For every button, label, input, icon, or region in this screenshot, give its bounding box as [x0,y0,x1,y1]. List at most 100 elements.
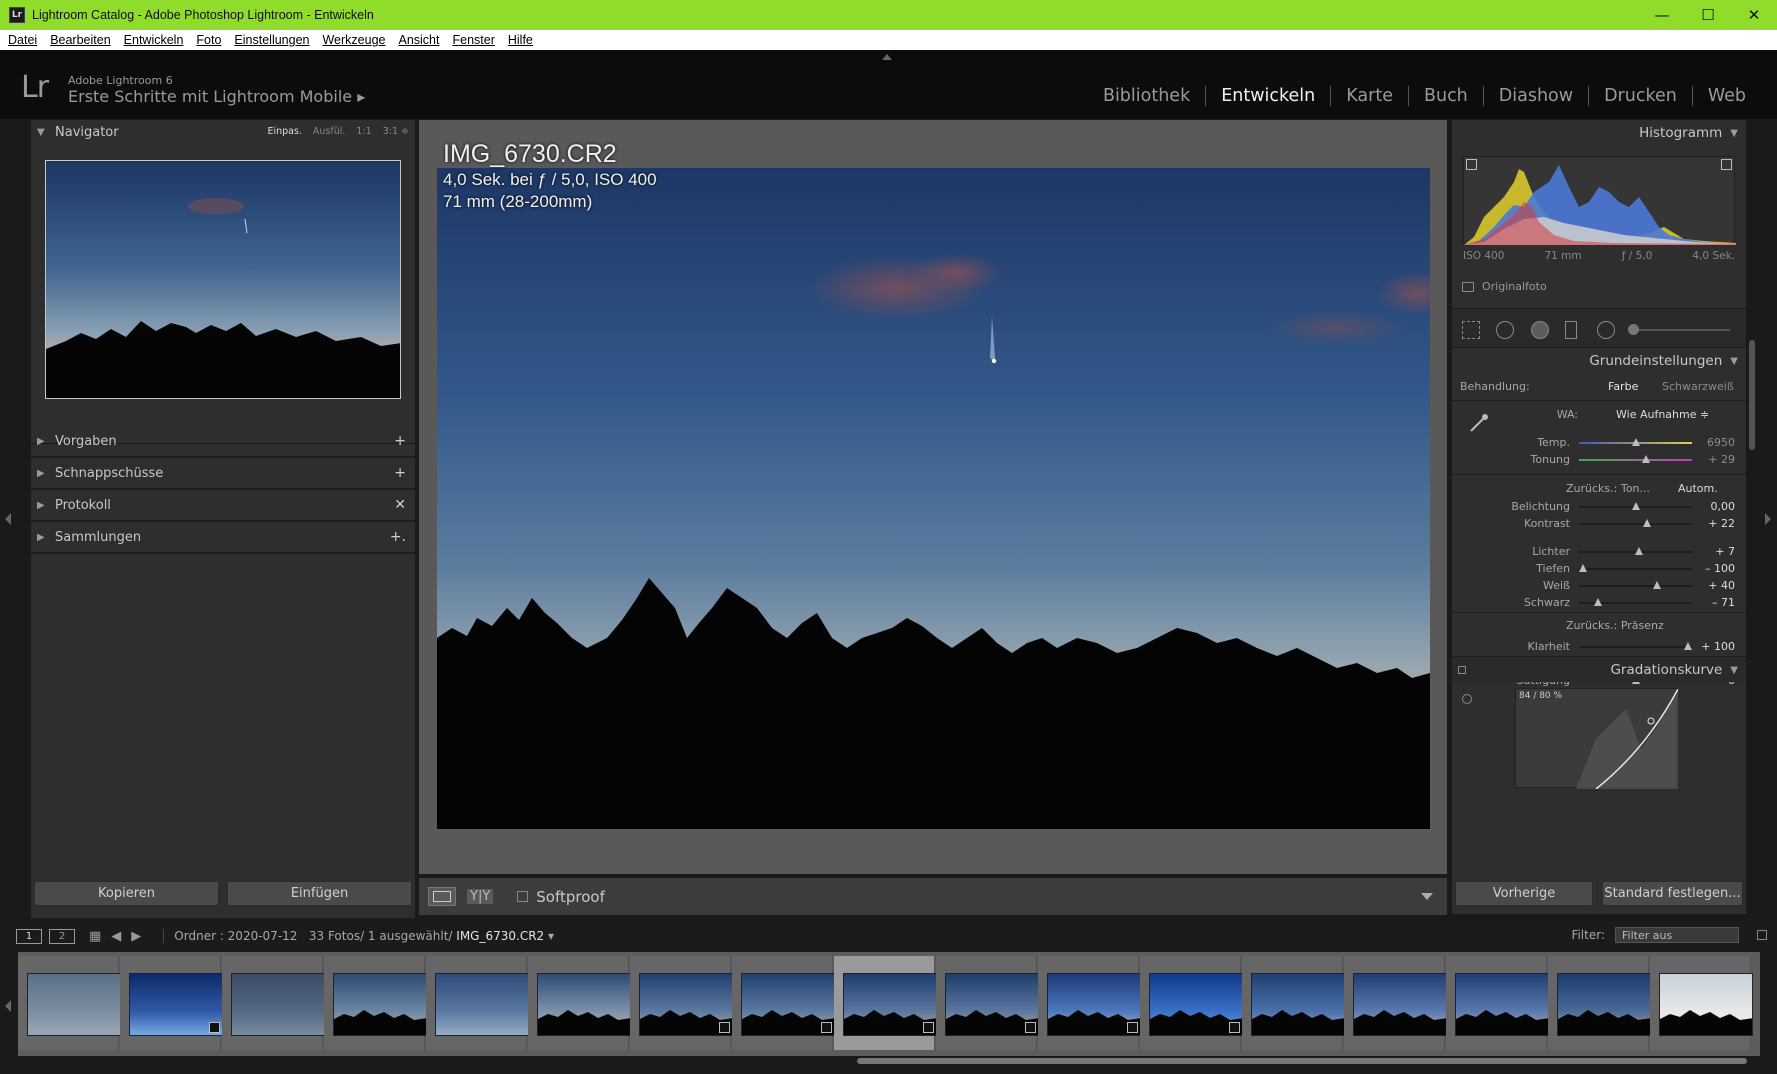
collapse-triangle-icon[interactable]: ▼ [1730,356,1738,367]
softproof-toggle[interactable]: Softproof [517,888,605,906]
collapse-triangle-icon[interactable]: ▼ [1730,128,1738,139]
filmstrip-thumbnail[interactable] [426,956,529,1050]
presence-reset-link[interactable]: Zurücks.: Präsenz [1566,619,1664,632]
histogram-header[interactable]: Histogramm ▼ [1452,120,1746,146]
adjust-slider[interactable] [1579,502,1692,510]
filmstrip-thumbnail[interactable] [630,956,733,1050]
treatment-color[interactable]: Farbe [1608,380,1638,393]
expand-triangle-icon[interactable]: ▶ [37,532,55,543]
tone-curve-header[interactable]: Gradationskurve ▼ [1452,656,1746,682]
slider-value[interactable]: – 100 [1689,562,1735,575]
develop-badge-icon[interactable] [719,1022,730,1033]
zoom-1-1[interactable]: 1:1 [356,126,371,137]
zoom-fit[interactable]: Einpas. [267,126,301,137]
basic-panel-header[interactable]: Grundeinstellungen ▼ [1452,348,1746,374]
slider-value[interactable]: 0,00 [1689,500,1736,513]
slider-thumb[interactable] [1635,547,1644,555]
panel-sammlungen[interactable]: ▶ Sammlungen +. [31,522,415,554]
zoom-3-1[interactable]: 3:1 ≑ [383,126,409,137]
graduated-filter-icon[interactable] [1565,321,1577,339]
highlight-clipping-icon[interactable] [1721,159,1732,170]
filmstrip-thumbnail[interactable] [1446,956,1549,1050]
crop-icon[interactable] [1462,321,1480,339]
filmstrip-thumbnail[interactable] [1242,956,1345,1050]
adjust-slider[interactable] [1579,581,1692,589]
expand-triangle-icon[interactable]: ▶ [37,500,55,511]
collapse-triangle-icon[interactable]: ▼ [37,127,55,138]
menu-ansicht[interactable]: Ansicht [398,33,439,47]
menu-entwickeln[interactable]: Entwickeln [124,33,184,47]
close-icon[interactable]: ✕ [1731,0,1777,30]
adjust-slider[interactable] [1579,642,1692,650]
filter-lock-icon[interactable] [1757,930,1767,940]
module-karte[interactable]: Karte [1330,86,1408,106]
navigator-header[interactable]: ▼ Navigator Einpas. Ausfül. 1:1 3:1 ≑ [31,120,415,144]
temp-slider[interactable] [1579,438,1692,446]
paste-settings-button[interactable]: Einfügen [227,881,412,906]
slider-value[interactable]: + 22 [1689,517,1735,530]
collapse-triangle-icon[interactable]: ▼ [1730,665,1738,676]
histogram-graph[interactable] [1463,156,1736,245]
module-drucken[interactable]: Drucken [1588,86,1692,106]
treatment-bw[interactable]: Schwarzweiß [1662,380,1734,393]
brush-size-slider[interactable] [1632,329,1730,331]
shadow-clipping-icon[interactable] [1466,159,1477,170]
copy-settings-button[interactable]: Kopieren [34,881,219,906]
maximize-icon[interactable]: ☐ [1685,0,1731,30]
panel-protokoll[interactable]: ▶ Protokoll ✕ [31,490,415,522]
slider-thumb[interactable] [1631,502,1640,510]
tone-auto-button[interactable]: Autom. [1678,482,1718,495]
menu-werkzeuge[interactable]: Werkzeuge [322,33,385,47]
temp-value[interactable]: 6950 [1689,436,1735,449]
right-panel-toggle-icon[interactable] [1765,513,1771,525]
menu-fenster[interactable]: Fenster [452,33,494,47]
mobile-start-link[interactable]: Erste Schritte mit Lightroom Mobile ▸ [68,87,365,106]
slider-thumb[interactable] [1632,438,1640,446]
slider-value[interactable]: + 100 [1689,640,1735,653]
module-entwickeln[interactable]: Entwickeln [1205,86,1330,106]
primary-monitor-button[interactable]: 1 [16,928,42,944]
right-panel-scrollbar[interactable] [1749,340,1755,450]
filmstrip-thumbnail[interactable] [324,956,427,1050]
module-bibliothek[interactable]: Bibliothek [1088,86,1205,106]
module-web[interactable]: Web [1691,86,1761,106]
clear-history-icon[interactable]: ✕ [394,497,406,513]
main-photo[interactable] [437,168,1430,829]
filmstrip-thumbnail[interactable] [222,956,325,1050]
tone-reset-link[interactable]: Zurücks.: Ton... [1566,482,1650,495]
softproof-checkbox[interactable] [517,891,529,902]
filter-select[interactable]: Filter aus [1615,927,1739,943]
filmstrip-thumbnail[interactable] [1344,956,1447,1050]
filmstrip-thumbnail[interactable] [18,956,121,1050]
zoom-fill[interactable]: Ausfül. [313,126,346,137]
forward-arrow-icon[interactable]: ▶ [131,929,141,944]
develop-badge-icon[interactable] [923,1022,934,1033]
module-buch[interactable]: Buch [1407,86,1483,106]
adjust-slider[interactable] [1579,564,1692,572]
spot-removal-icon[interactable] [1496,321,1514,339]
filmstrip-thumbnail[interactable] [120,956,223,1050]
develop-badge-icon[interactable] [821,1022,832,1033]
radial-filter-icon[interactable] [1597,321,1615,339]
toolbar-menu-icon[interactable] [1421,893,1433,900]
chevron-down-icon[interactable]: ▾ [548,929,554,943]
filmstrip-thumbnail[interactable] [1140,956,1243,1050]
original-checkbox[interactable] [1462,281,1474,292]
menu-datei[interactable]: Datei [8,33,37,47]
minimize-icon[interactable]: — [1639,0,1685,30]
slider-thumb[interactable] [1652,581,1661,589]
set-default-button[interactable]: Standard festlegen... [1602,881,1743,906]
filmstrip-thumbnail[interactable] [528,956,631,1050]
panel-vorgaben[interactable]: ▶ Vorgaben + [31,426,415,458]
adjust-slider[interactable] [1579,547,1692,555]
develop-badge-icon[interactable] [1229,1022,1240,1033]
top-panel-toggle-icon[interactable] [882,54,892,60]
white-balance-eyedropper-icon[interactable] [1468,412,1490,434]
menu-hilfe[interactable]: Hilfe [508,33,533,47]
menu-einstellungen[interactable]: Einstellungen [234,33,309,47]
loupe-view-button[interactable] [428,887,456,906]
module-diashow[interactable]: Diashow [1482,86,1588,106]
filmstrip-thumbnail[interactable] [1650,956,1753,1050]
tone-curve-graph[interactable]: 84 / 80 % [1515,688,1679,790]
filmstrip-thumbnail[interactable] [732,956,835,1050]
